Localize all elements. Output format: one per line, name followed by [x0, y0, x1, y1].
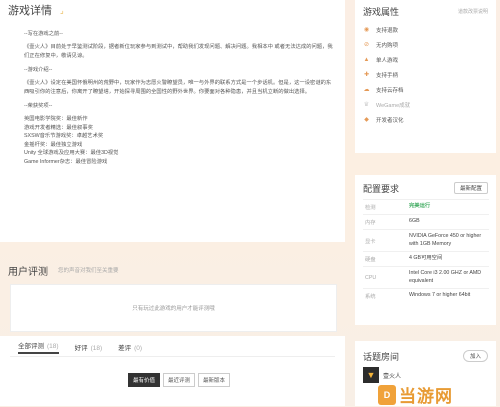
watermark-logo-icon: D	[378, 384, 396, 405]
reviews-header: 用户评测 您的声音对我们至关重要	[0, 262, 345, 278]
attribute-label: 支持云存档	[376, 87, 404, 94]
award-item: 英国电影学院奖：最佳新作	[24, 116, 88, 122]
attribute-item: ⊘ 无内购项	[363, 37, 496, 52]
room-header: 话题房间 加入	[355, 341, 496, 363]
attribute-item: ✚ 支持手柄	[363, 67, 496, 82]
config-table: 检测 完美运行 内存 6GB 显卡 NVIDIA GeForce 450 or hig…	[363, 199, 489, 303]
fire-avatar-icon: ▼	[363, 367, 379, 383]
tab-count: (18)	[90, 345, 103, 352]
tab-positive-reviews[interactable]: 好评 (18)	[75, 342, 103, 352]
config-row: 硬盘 4 GB可用空间	[363, 251, 489, 267]
config-key: 检测	[363, 199, 407, 215]
room-item[interactable]: ▼ 壹火人	[363, 367, 401, 383]
trophy-icon: ♛	[363, 102, 370, 108]
refund-icon: ◉	[363, 27, 370, 33]
attributes-header: 游戏属性 道款改票说明	[355, 0, 496, 18]
gamepad-icon: ✚	[363, 72, 370, 78]
attribute-item: ♛ WeGame成就	[363, 97, 496, 112]
attribute-item: ▲ 单人游戏	[363, 52, 496, 67]
watermark: D 当游网	[378, 382, 453, 407]
config-key: 显卡	[363, 229, 407, 252]
award-item: Unity 全球游戏及应用大赛：最佳3D视觉	[24, 150, 119, 156]
config-panel: 配置要求 最新配置 检测 完美运行 内存 6GB 显卡 NVIDIA GeForce …	[355, 175, 496, 325]
watermark-text: 当游网	[399, 387, 453, 406]
tab-count: (0)	[134, 345, 143, 352]
config-key: CPU	[363, 266, 407, 289]
detail-title: 游戏详情	[8, 5, 52, 17]
attribute-label: 支持手柄	[376, 72, 399, 79]
attribute-label: 单人游戏	[376, 57, 399, 64]
sort-most-valuable-button[interactable]: 最有价值	[128, 373, 161, 387]
attribute-item: ☁ 支持云存档	[363, 82, 496, 97]
award-item: 游戏开发者精选：最佳叙事奖	[24, 124, 93, 131]
tab-count: (18)	[47, 343, 59, 350]
detail-paragraph: 《壹火人》设定在美国怀俄明州的荒野中，玩家作为志愿火警瞭望员，唯一与外界的联系方…	[24, 80, 332, 95]
tab-label: 好评	[74, 345, 88, 352]
config-header: 配置要求 最新配置	[355, 175, 496, 195]
tab-all-reviews[interactable]: 全部评测 (18)	[18, 340, 59, 354]
detail-section-heading: --游戏介绍--	[24, 67, 53, 73]
attributes-panel: 游戏属性 道款改票说明 ◉ 支持退款 ⊘ 无内购项 ▲ 单人游戏 ✚ 支持手柄 …	[355, 0, 496, 153]
room-title: 话题房间	[363, 351, 400, 362]
sort-buttons: 最有价值 最近评测 最新版本	[128, 373, 231, 387]
tab-label: 全部评测	[18, 343, 44, 350]
review-tabs: 全部评测 (18) 好评 (18) 差评 (0)	[0, 336, 345, 354]
accent-mark-icon: ⌟	[60, 5, 64, 15]
award-item: SXSW音乐节游戏奖：卓越艺术奖	[24, 133, 104, 139]
sort-recent-button[interactable]: 最近评测	[163, 373, 196, 387]
config-row: 内存 6GB	[363, 214, 489, 230]
room-name: 壹火人	[383, 373, 402, 380]
attribute-label: 无内购项	[376, 42, 399, 49]
single-player-icon: ▲	[363, 56, 370, 63]
attribute-label: 支持退款	[376, 27, 399, 34]
attributes-title: 游戏属性	[363, 6, 400, 17]
main-column: 游戏详情 ⌟ --写在游戏之前-- 《壹火人》目前处于早鉴测试阶段，据者新位玩家…	[0, 0, 345, 242]
config-value: Windows 7 or higher 64bit	[407, 288, 489, 303]
config-key: 硬盘	[363, 251, 407, 267]
localization-icon: ◆	[364, 117, 369, 123]
config-row: 系统 Windows 7 or higher 64bit	[363, 288, 489, 303]
attribute-item: ◆ 开发者汉化	[363, 112, 496, 127]
reviews-title: 用户评测	[8, 266, 48, 278]
attributes-list: ◉ 支持退款 ⊘ 无内购项 ▲ 单人游戏 ✚ 支持手柄 ☁ 支持云存档 ♛ We…	[355, 18, 496, 127]
config-value: 4 GB可用空间	[407, 251, 489, 267]
tabs-divider	[10, 356, 335, 357]
config-value: NVIDIA GeForce 450 or higher with 1GB Me…	[407, 229, 489, 252]
config-value: Intel Core i3 2.00 GHZ or AMD equivalent	[407, 266, 489, 289]
config-row: CPU Intel Core i3 2.00 GHZ or AMD equival…	[363, 266, 489, 289]
reviews-tabs-panel: 全部评测 (18) 好评 (18) 差评 (0) 最有价值 最近评测 最新版本	[0, 336, 345, 406]
no-purchase-icon: ⊘	[363, 42, 370, 48]
reviews-empty-text: 只有玩过此游戏的用户才能评测哦	[132, 306, 215, 312]
cloud-save-icon: ☁	[363, 87, 370, 93]
config-key: 系统	[363, 288, 407, 303]
award-item: Game Informer杂志：最佳冒险游戏	[24, 158, 108, 165]
attribute-item: ◉ 支持退款	[363, 22, 496, 37]
detail-section-heading: --荣获奖项--	[24, 103, 53, 109]
attribute-label: WeGame成就	[376, 102, 411, 109]
detail-paragraph: 《壹火人》目前处于早鉴测试阶段，据者新位玩家参与到测试中，帮助我们发现问题、解决…	[24, 44, 333, 59]
tab-negative-reviews[interactable]: 差评 (0)	[118, 342, 142, 352]
config-title: 配置要求	[363, 183, 400, 194]
join-button[interactable]: 加入	[462, 350, 488, 362]
award-item: 金摇杆奖：最佳独立游戏	[24, 141, 83, 148]
detail-text: --写在游戏之前-- 《壹火人》目前处于早鉴测试阶段，据者新位玩家参与到测试中，…	[0, 20, 345, 166]
game-detail-panel: 游戏详情 ⌟ --写在游戏之前-- 《壹火人》目前处于早鉴测试阶段，据者新位玩家…	[0, 0, 345, 242]
config-value: 6GB	[407, 214, 489, 230]
sidebar: 游戏属性 道款改票说明 ◉ 支持退款 ⊘ 无内购项 ▲ 单人游戏 ✚ 支持手柄 …	[355, 0, 496, 406]
reviews-empty-box: 只有玩过此游戏的用户才能评测哦	[10, 284, 337, 332]
detail-header: 游戏详情 ⌟	[0, 0, 345, 20]
config-value: 完美运行	[407, 199, 489, 215]
awards-list: 英国电影学院奖：最佳新作 游戏开发者精选：最佳叙事奖 SXSW音乐节游戏奖：卓越…	[24, 115, 335, 166]
detail-section-heading: --写在游戏之前--	[24, 31, 63, 37]
sort-latest-version-button[interactable]: 最新版本	[198, 373, 231, 387]
config-key: 内存	[363, 214, 407, 230]
attribute-label: 开发者汉化	[376, 117, 404, 124]
tab-label: 差评	[118, 345, 132, 352]
latest-config-button[interactable]: 最新配置	[453, 182, 488, 194]
refund-info-link[interactable]: 道款改票说明	[458, 8, 488, 15]
config-row: 显卡 NVIDIA GeForce 450 or higher with 1GB …	[363, 229, 489, 252]
reviews-subtitle: 您的声音对我们至关重要	[58, 268, 119, 274]
config-row: 检测 完美运行	[363, 199, 489, 215]
